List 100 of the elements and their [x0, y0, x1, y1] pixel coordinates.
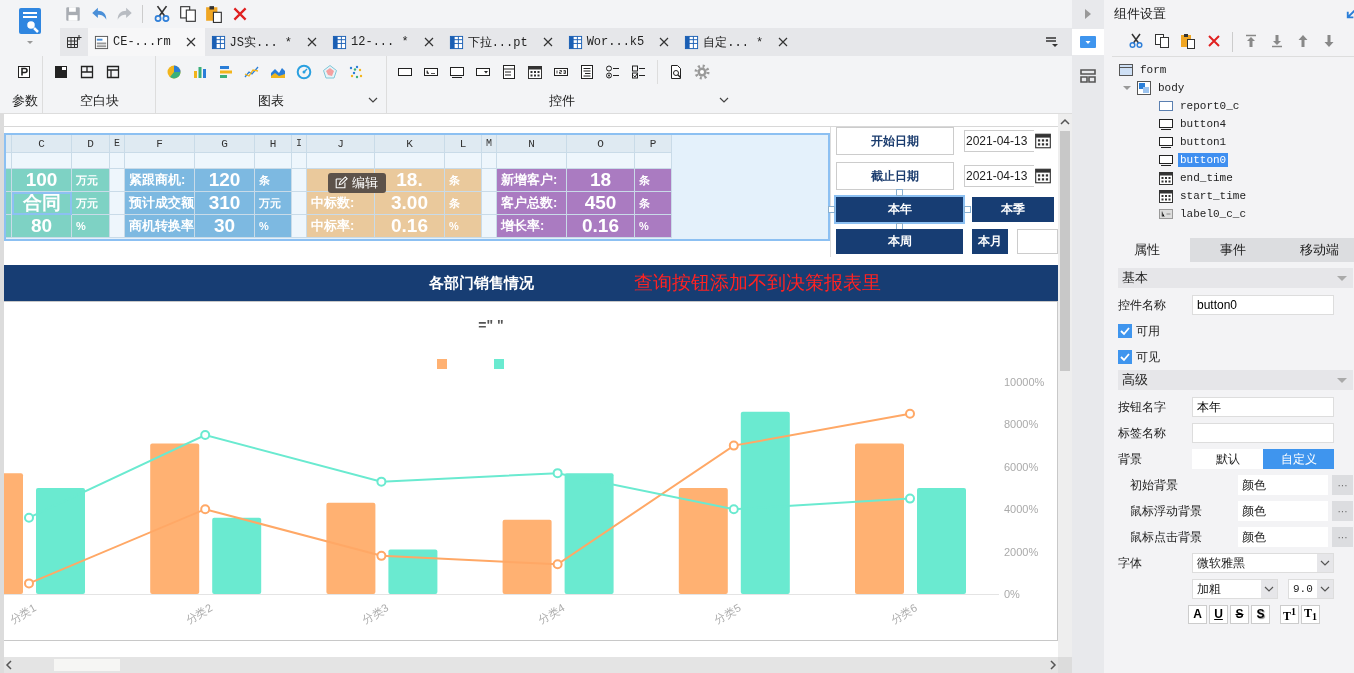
bar-chart-icon[interactable]	[192, 64, 208, 80]
date-field[interactable]: 2021-04-13	[964, 130, 1034, 152]
tree-item[interactable]: form	[1138, 63, 1169, 77]
move-to-top-icon[interactable]	[1243, 32, 1259, 49]
resize-handle[interactable]	[896, 189, 903, 196]
panel-tab[interactable]: 移动端	[1276, 238, 1354, 262]
checkbox[interactable]	[1118, 350, 1132, 364]
table-cell: 中标数:	[307, 192, 375, 215]
delete-icon[interactable]	[1206, 32, 1222, 49]
resize-handle[interactable]	[964, 206, 971, 213]
close-icon[interactable]	[184, 36, 197, 48]
dropdown-icon[interactable]	[1044, 35, 1060, 49]
calendar-icon[interactable]	[1034, 166, 1052, 186]
more-button[interactable]: ···	[1332, 527, 1353, 547]
chevron-down-icon[interactable]	[368, 97, 378, 103]
scrollbar-thumb[interactable]	[1060, 131, 1070, 371]
pie-chart-icon[interactable]	[166, 64, 182, 80]
format-button[interactable]: S	[1230, 604, 1249, 624]
font-weight-select[interactable]: 加粗	[1192, 579, 1278, 599]
scroll-up-icon[interactable]	[1059, 117, 1071, 127]
color-field[interactable]: 颜色	[1238, 475, 1328, 495]
expanded-icon[interactable]	[1122, 83, 1132, 93]
table-cell: 商机转换率	[125, 215, 195, 238]
block-icon[interactable]	[53, 64, 69, 80]
checkbox-group-icon[interactable]	[631, 64, 647, 80]
split-block-icon[interactable]	[79, 64, 95, 80]
side-tab[interactable]	[1072, 29, 1104, 55]
scroll-left-icon[interactable]	[4, 659, 14, 671]
query-button[interactable]: 本周	[836, 229, 963, 254]
scissors-icon[interactable]	[153, 5, 171, 23]
chevron-down-icon[interactable]	[719, 97, 729, 103]
format-button[interactable]: A	[1188, 604, 1207, 624]
document-tab[interactable]: JS实... *	[204, 28, 327, 56]
scroll-right-icon[interactable]	[1048, 659, 1058, 671]
radio-group-icon[interactable]	[605, 64, 621, 80]
copy-icon[interactable]	[1154, 32, 1170, 49]
tree-item[interactable]: button4	[1178, 117, 1229, 131]
more-button[interactable]: ···	[1332, 501, 1353, 521]
close-icon[interactable]	[658, 36, 671, 48]
color-field[interactable]: 颜色	[1238, 527, 1328, 547]
color-field[interactable]: 颜色	[1238, 501, 1328, 521]
gauge-chart-icon[interactable]	[296, 64, 312, 80]
edit-tooltip[interactable]: 编辑	[328, 173, 386, 193]
line-chart-icon[interactable]	[244, 64, 260, 80]
close-icon[interactable]	[777, 36, 790, 48]
query-button[interactable]: 本季	[972, 197, 1054, 222]
document-tab[interactable]: CE-...rm	[88, 28, 205, 56]
query-button[interactable]: 本月	[972, 229, 1008, 254]
panel-tab[interactable]: 事件	[1190, 238, 1277, 262]
document-tab[interactable]: 下拉...pt	[442, 28, 562, 56]
format-button[interactable]: T$_{1}$	[1301, 604, 1320, 624]
format-button[interactable]: T$^{1}$	[1280, 604, 1299, 624]
date-field[interactable]: 2021-04-13	[964, 165, 1034, 187]
document-tab[interactable]: Wor...k5	[561, 28, 679, 56]
settings-icon[interactable]	[694, 64, 710, 80]
tree-item[interactable]: report0_c	[1178, 99, 1242, 113]
tree-item[interactable]: start_time	[1178, 189, 1248, 203]
paste-icon[interactable]	[205, 5, 223, 23]
toggle-option[interactable]: 默认	[1192, 449, 1263, 469]
frame-widget-icon[interactable]	[501, 64, 517, 80]
parameter-icon[interactable]	[16, 64, 32, 80]
new-sheet-icon[interactable]	[66, 34, 82, 50]
horizontal-bar-chart-icon[interactable]	[218, 64, 234, 80]
text-field[interactable]: button0	[1192, 295, 1334, 315]
tree-item[interactable]: button1	[1178, 135, 1229, 149]
text-field[interactable]	[1192, 423, 1334, 443]
field-label: 鼠标浮动背景	[1129, 502, 1203, 520]
calendar-icon[interactable]	[1034, 131, 1052, 151]
section-header[interactable]: 高级	[1118, 370, 1353, 390]
text-field[interactable]: 本年	[1192, 397, 1334, 417]
delete-icon[interactable]	[231, 5, 249, 23]
tree-item[interactable]: body	[1156, 81, 1187, 95]
tree-item[interactable]: end_time	[1178, 171, 1235, 185]
grid-block-icon[interactable]	[105, 64, 121, 80]
query-button[interactable]: 本年	[836, 197, 963, 222]
caret-icon[interactable]	[26, 40, 34, 45]
list-widget-icon[interactable]	[579, 64, 595, 80]
document-tab[interactable]: 自定... *	[678, 28, 798, 56]
move-to-bottom-icon[interactable]	[1269, 32, 1285, 49]
calendar-icon[interactable]	[527, 64, 543, 80]
document-tab[interactable]: 12-... *	[326, 28, 443, 56]
close-icon[interactable]	[541, 36, 554, 48]
close-icon[interactable]	[422, 36, 435, 48]
section-header[interactable]: 基本	[1118, 268, 1353, 288]
format-button[interactable]: S	[1251, 604, 1270, 624]
app-logo-icon[interactable]	[16, 6, 44, 36]
tree-item[interactable]: label0_c_c	[1178, 207, 1248, 221]
scissors-icon[interactable]	[1128, 32, 1144, 49]
copy-icon[interactable]	[179, 5, 197, 23]
close-icon[interactable]	[306, 36, 319, 48]
more-button[interactable]: ···	[1332, 475, 1353, 495]
checkbox[interactable]	[1118, 324, 1132, 338]
font-size-select[interactable]: 9.0	[1288, 579, 1334, 599]
format-button[interactable]: U	[1209, 604, 1228, 624]
resize-handle[interactable]	[828, 206, 835, 213]
button-widget-icon[interactable]	[449, 64, 465, 80]
preview-icon[interactable]	[668, 64, 684, 80]
paste-icon[interactable]	[1180, 32, 1196, 49]
font-select[interactable]: 微软雅黑	[1192, 553, 1334, 573]
scatter-chart-icon[interactable]	[348, 64, 364, 80]
